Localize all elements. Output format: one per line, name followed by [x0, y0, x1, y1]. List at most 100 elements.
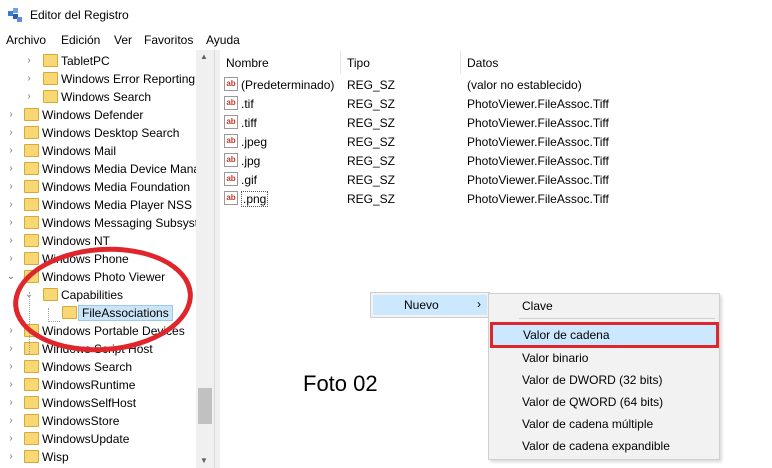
expand-arrow-icon[interactable]: › — [6, 397, 16, 409]
submenu-item-valor-binario[interactable]: Valor binario — [489, 347, 719, 369]
expand-arrow-icon[interactable]: › — [6, 145, 16, 157]
tree-node[interactable]: › Windows Mail — [0, 142, 214, 160]
expand-arrow-icon[interactable]: › — [6, 163, 16, 175]
value-data: PhotoViewer.FileAssoc.Tiff — [467, 97, 609, 111]
value-name: .jpg — [241, 154, 261, 168]
submenu-item-label: Valor de DWORD (32 bits) — [522, 373, 663, 387]
menu-ver[interactable]: Ver — [114, 33, 132, 47]
folder-icon — [24, 216, 39, 229]
submenu-item-valor-dword[interactable]: Valor de DWORD (32 bits) — [489, 369, 719, 391]
column-header-name[interactable]: Nombre — [220, 50, 341, 74]
submenu-item-valor-de-cadena[interactable]: Valor de cadena — [490, 322, 719, 348]
tree-node[interactable]: › Windows Search — [0, 88, 214, 106]
tree-node[interactable]: › Windows Media Player NSS — [0, 196, 214, 214]
expand-arrow-icon[interactable]: › — [6, 199, 16, 211]
value-row[interactable]: ab .gif REG_SZ PhotoViewer.FileAssoc.Tiff — [220, 170, 772, 189]
expand-arrow-icon[interactable]: › — [6, 127, 16, 139]
folder-icon — [24, 198, 39, 211]
value-data: PhotoViewer.FileAssoc.Tiff — [467, 192, 609, 206]
tree-node[interactable]: › Windows Desktop Search — [0, 124, 214, 142]
tree-node[interactable]: › WindowsUpdate — [0, 430, 214, 448]
tree-node[interactable]: › Windows Error Reporting — [0, 70, 214, 88]
menu-favoritos[interactable]: Favoritos — [144, 33, 193, 47]
tree-node[interactable]: › Windows Media Foundation — [0, 178, 214, 196]
string-value-icon: ab — [224, 191, 238, 205]
window-title: Editor del Registro — [30, 8, 129, 22]
expand-arrow-icon[interactable]: › — [6, 361, 16, 373]
tree-node[interactable]: › Wisp — [0, 448, 214, 466]
value-row[interactable]: ab (Predeterminado) REG_SZ (valor no establ… — [220, 75, 772, 94]
expand-arrow-icon[interactable]: › — [24, 91, 34, 103]
tree-node-label: FileAssociations — [78, 305, 173, 321]
expand-arrow-icon[interactable]: › — [24, 73, 34, 85]
context-submenu: Clave Valor de cadena Valor binario Valo… — [488, 293, 720, 460]
expand-arrow-icon[interactable]: › — [24, 55, 34, 67]
tree-node[interactable]: › Windows Script Host — [0, 340, 214, 358]
tree-node-label: Windows Portable Devices — [42, 324, 185, 338]
expand-arrow-icon[interactable]: › — [6, 433, 16, 445]
expand-arrow-icon[interactable]: › — [6, 325, 16, 337]
tree-scrollbar[interactable]: ▲ ▼ — [196, 50, 214, 468]
tree-node-label: Windows Mail — [42, 144, 117, 158]
column-header-type[interactable]: Tipo — [341, 50, 461, 74]
tree-connector — [29, 292, 30, 354]
submenu-item-valor-cadena-expandible[interactable]: Valor de cadena expandible — [489, 435, 719, 457]
expand-arrow-icon[interactable]: › — [6, 343, 16, 355]
value-row[interactable]: ab .tiff REG_SZ PhotoViewer.FileAssoc.Tiff — [220, 113, 772, 132]
folder-icon — [24, 144, 39, 157]
expand-arrow-icon[interactable]: › — [6, 379, 16, 391]
expand-arrow-icon[interactable]: › — [6, 181, 16, 193]
value-row[interactable]: ab .jpeg REG_SZ PhotoViewer.FileAssoc.Tiff — [220, 132, 772, 151]
expand-arrow-icon[interactable]: › — [6, 235, 16, 247]
tree-node[interactable]: › Windows Search — [0, 358, 214, 376]
tree-node[interactable]: › WindowsRuntime — [0, 376, 214, 394]
expand-arrow-icon[interactable]: › — [6, 217, 16, 229]
value-row[interactable]: ab .png REG_SZ PhotoViewer.FileAssoc.Tiff — [220, 189, 772, 208]
tree-connector — [48, 308, 49, 322]
tree-node[interactable]: › Windows Media Device Mana — [0, 160, 214, 178]
folder-icon — [24, 342, 39, 355]
string-value-icon: ab — [224, 134, 238, 148]
menu-edicion[interactable]: Edición — [61, 33, 100, 47]
tree-node-label: Windows Script Host — [42, 342, 153, 356]
string-value-icon: ab — [224, 77, 238, 91]
tree-node[interactable]: › WindowsSelfHost — [0, 394, 214, 412]
submenu-item-valor-qword[interactable]: Valor de QWORD (64 bits) — [489, 391, 719, 413]
expand-arrow-icon[interactable]: › — [6, 415, 16, 427]
scroll-down-icon[interactable]: ▼ — [200, 456, 208, 465]
folder-icon — [24, 180, 39, 193]
tree-node[interactable]: › Windows Messaging Subsyste — [0, 214, 214, 232]
expand-arrow-icon[interactable]: › — [6, 451, 16, 463]
tree-node[interactable]: › Windows Phone — [0, 250, 214, 268]
collapse-arrow-icon[interactable]: ⌄ — [6, 271, 16, 283]
menu-archivo[interactable]: Archivo — [6, 33, 46, 47]
folder-icon — [24, 252, 39, 265]
tree-node[interactable]: › Windows NT — [0, 232, 214, 250]
menu-item-nuevo[interactable]: Nuevo › — [373, 295, 487, 315]
tree-node[interactable]: FileAssociations — [0, 304, 214, 322]
expand-arrow-icon[interactable]: › — [6, 109, 16, 121]
column-header-data[interactable]: Datos — [461, 50, 772, 74]
submenu-item-label: Clave — [522, 299, 553, 313]
tree-node[interactable]: › WindowsStore — [0, 412, 214, 430]
scrollbar-thumb[interactable] — [198, 388, 212, 424]
value-row[interactable]: ab .tif REG_SZ PhotoViewer.FileAssoc.Tiff — [220, 94, 772, 113]
tree-node[interactable]: › TabletPC — [0, 52, 214, 70]
tree-node-label: WindowsUpdate — [42, 432, 130, 446]
menu-ayuda[interactable]: Ayuda — [206, 33, 240, 47]
registry-editor-icon — [8, 8, 22, 22]
tree-node-label: Windows Phone — [42, 252, 129, 266]
value-type: REG_SZ — [347, 135, 396, 149]
scroll-up-icon[interactable]: ▲ — [200, 52, 208, 61]
tree-node[interactable]: › Windows Defender — [0, 106, 214, 124]
title-bar: Editor del Registro — [0, 0, 772, 30]
tree-node[interactable]: ⌄ Capabilities — [0, 286, 214, 304]
folder-icon — [24, 108, 39, 121]
submenu-item-clave[interactable]: Clave — [489, 295, 719, 317]
value-data: (valor no establecido) — [467, 78, 582, 92]
tree-node[interactable]: › Windows Portable Devices — [0, 322, 214, 340]
value-row[interactable]: ab .jpg REG_SZ PhotoViewer.FileAssoc.Tiff — [220, 151, 772, 170]
tree-node[interactable]: ⌄ Windows Photo Viewer — [0, 268, 214, 286]
submenu-item-valor-cadena-multiple[interactable]: Valor de cadena múltiple — [489, 413, 719, 435]
expand-arrow-icon[interactable]: › — [6, 253, 16, 265]
